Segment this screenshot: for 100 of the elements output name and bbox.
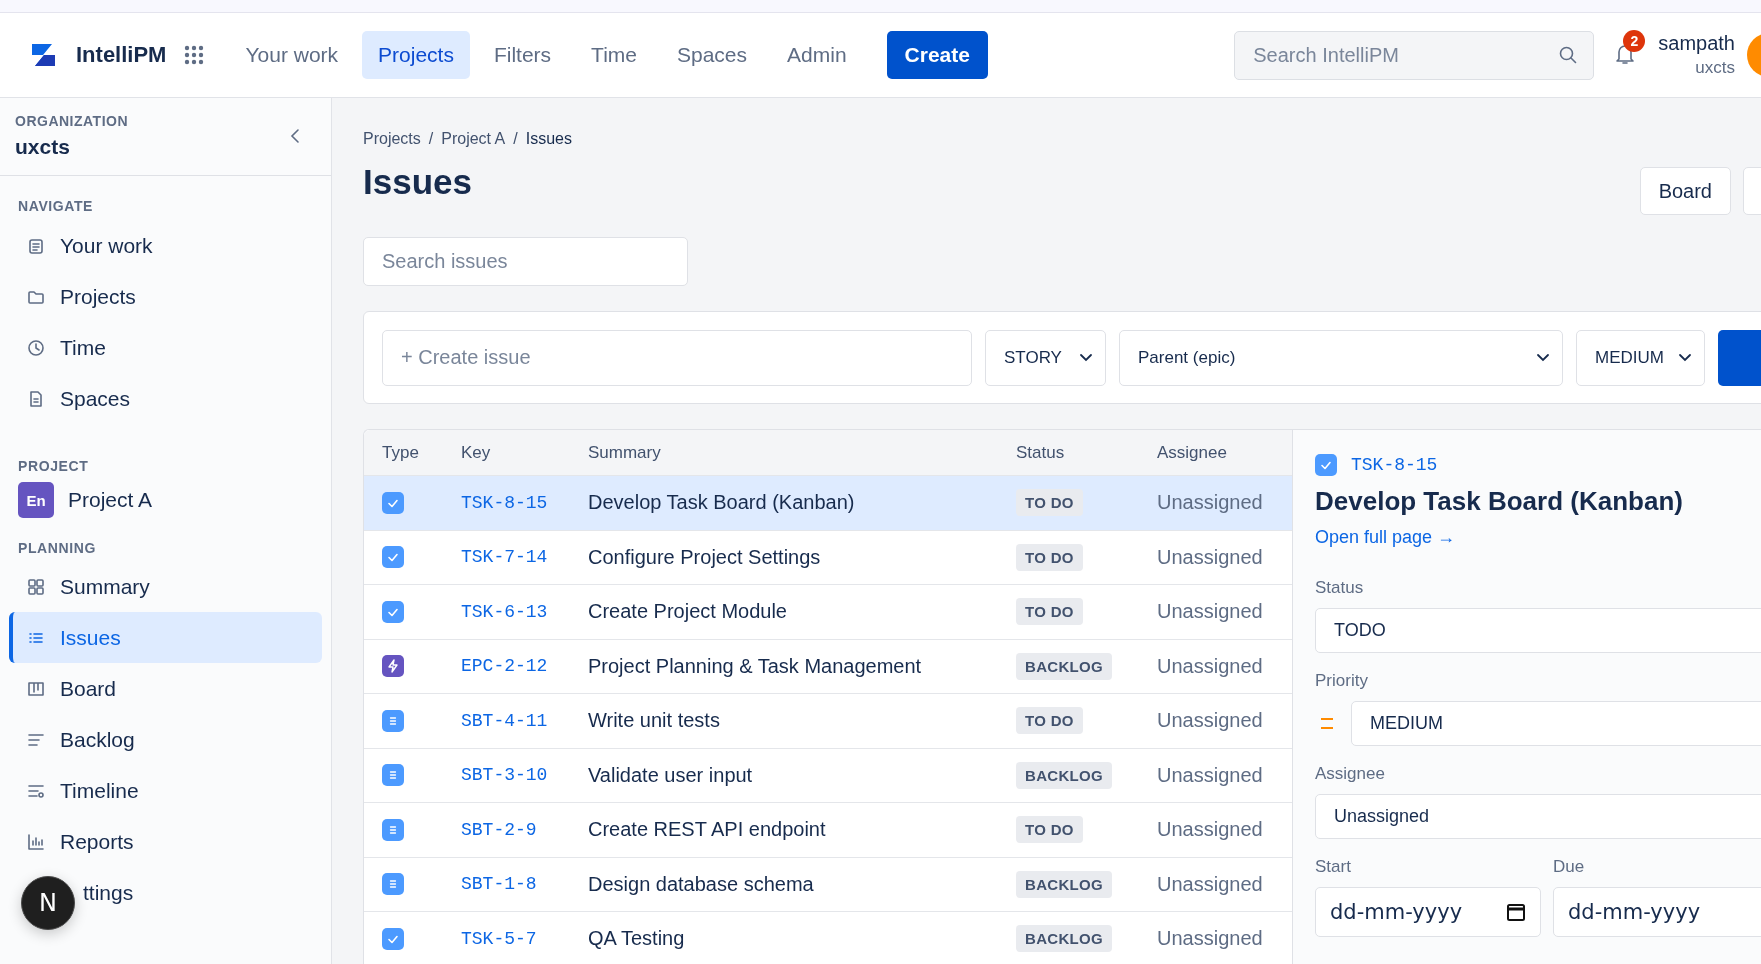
issue-key-link[interactable]: TSK-5-7 bbox=[461, 928, 537, 949]
user-org: uxcts bbox=[1695, 58, 1735, 78]
issue-key-link[interactable]: SBT-4-11 bbox=[461, 710, 548, 731]
issue-key-link[interactable]: TSK-7-14 bbox=[461, 547, 548, 568]
create-button[interactable]: Create bbox=[886, 31, 988, 79]
status-badge: BACKLOG bbox=[1016, 870, 1112, 898]
dropdown[interactable]: Parent (epic) bbox=[1119, 329, 1563, 386]
nav-link[interactable]: Time bbox=[575, 31, 653, 79]
table-cell-text: Validate user input bbox=[588, 763, 754, 787]
table-row[interactable]: TSK-6-13 Create Project Module TO DO Unassigned bbox=[364, 585, 1292, 640]
input-field[interactable]: dd-mm-yyyy bbox=[1553, 887, 1761, 937]
table-cell-text: Configure Project Settings bbox=[588, 545, 822, 569]
table-cell-text: Unassigned bbox=[1157, 491, 1264, 515]
sidebar-item[interactable]: Summary bbox=[9, 561, 322, 612]
table-cell-text: Unassigned bbox=[1157, 872, 1264, 896]
table-cell-text: QA Testing bbox=[588, 927, 686, 951]
input-field[interactable]: MEDIUM bbox=[1351, 701, 1761, 746]
logo-icon bbox=[30, 42, 58, 68]
table-row[interactable]: EPC-2-12 Project Planning & Task Management BACKLOG Unassigned bbox=[364, 639, 1292, 694]
input-field[interactable]: + Create issue bbox=[382, 329, 972, 386]
app-grid-icon bbox=[184, 45, 205, 65]
column-header: Key bbox=[461, 442, 492, 463]
table-row[interactable]: TSK-7-14 Configure Project Settings TO DO Unassigned bbox=[364, 530, 1292, 585]
field-label: Start bbox=[1315, 857, 1352, 877]
sidebar-item[interactable]: Spaces bbox=[9, 373, 322, 424]
table-cell-text: Unassigned bbox=[1157, 763, 1264, 787]
section-label: PROJECT bbox=[17, 458, 90, 474]
table-cell-text: Unassigned bbox=[1157, 927, 1264, 951]
sidebar-item[interactable]: Backlog bbox=[9, 714, 322, 765]
field-label: Status bbox=[1315, 578, 1365, 598]
nav-link[interactable]: Filters bbox=[477, 31, 568, 79]
open-full-page-link[interactable]: Open full page → bbox=[1315, 527, 1456, 548]
status-badge: TO DO bbox=[1016, 707, 1083, 735]
clock-icon bbox=[27, 338, 45, 357]
task-type-icon bbox=[382, 546, 404, 569]
issue-key-link[interactable]: TSK-8-15 bbox=[1351, 455, 1438, 475]
table-cell-text: Unassigned bbox=[1157, 818, 1264, 842]
nav-link[interactable]: Your work bbox=[229, 31, 355, 79]
breadcrumb-link[interactable]: Project A bbox=[441, 130, 506, 148]
table-cell-text: Unassigned bbox=[1157, 709, 1264, 733]
input-field[interactable]: Unassigned bbox=[1315, 794, 1761, 839]
table-row[interactable]: SBT-1-8 Design database schema BACKLOG Unassigned bbox=[364, 857, 1292, 912]
nav-link[interactable]: Spaces bbox=[661, 31, 764, 79]
project-name[interactable]: Project A bbox=[68, 488, 153, 512]
table-row[interactable]: SBT-3-10 Validate user input BACKLOG Unassigned bbox=[364, 748, 1292, 803]
column-header: Summary bbox=[588, 442, 662, 463]
nav-link[interactable]: Admin bbox=[771, 31, 863, 79]
sidebar-item[interactable]: Timeline bbox=[9, 765, 322, 816]
table-cell-text: Create REST API endpoint bbox=[588, 818, 827, 842]
collapse-icon bbox=[289, 127, 301, 145]
field-label: Due bbox=[1553, 857, 1586, 877]
document-icon bbox=[27, 389, 45, 408]
issue-key-link[interactable]: TSK-8-15 bbox=[461, 492, 548, 513]
issue-key-link[interactable]: EPC-2-12 bbox=[461, 656, 548, 677]
table-row[interactable]: TSK-8-15 Develop Task Board (Kanban) TO DO Unassigned bbox=[364, 476, 1292, 531]
search-field[interactable]: Search IntelliPM bbox=[1234, 30, 1595, 80]
status-badge: BACKLOG bbox=[1016, 925, 1112, 953]
organization-name: uxcts bbox=[15, 135, 71, 159]
table-cell-text: Unassigned bbox=[1157, 654, 1264, 678]
nav-link[interactable]: Projects bbox=[362, 31, 470, 79]
sidebar-item[interactable]: Issues bbox=[9, 612, 322, 663]
subtask-type-icon bbox=[382, 709, 404, 732]
project-avatar: En bbox=[18, 482, 54, 518]
sidebar-item[interactable]: ttings bbox=[77, 867, 322, 918]
board-icon bbox=[27, 679, 45, 698]
status-badge: TO DO bbox=[1016, 598, 1083, 626]
input-field[interactable]: dd-mm-yyyy bbox=[1315, 887, 1541, 937]
epic-type-icon bbox=[382, 655, 404, 678]
sidebar-item[interactable]: Time bbox=[9, 322, 322, 373]
issue-key-link[interactable]: TSK-6-13 bbox=[461, 601, 548, 622]
task-type-icon bbox=[1315, 454, 1337, 476]
view-button[interactable]: Board bbox=[1639, 167, 1731, 215]
floating-button[interactable]: N bbox=[21, 876, 75, 930]
dropdown[interactable]: MEDIUM bbox=[1576, 329, 1705, 386]
table-row[interactable]: SBT-4-11 Write unit tests TO DO Unassigned bbox=[364, 694, 1292, 749]
sidebar-item[interactable]: Board bbox=[9, 663, 322, 714]
search-field[interactable]: Search issues bbox=[363, 237, 688, 286]
table-row[interactable]: SBT-2-9 Create REST API endpoint TO DO Unassigned bbox=[364, 803, 1292, 858]
breadcrumb-separator: / bbox=[513, 130, 518, 148]
sidebar-item[interactable]: Reports bbox=[9, 816, 322, 867]
field-label: Priority bbox=[1315, 671, 1369, 691]
priority-icon bbox=[1321, 718, 1333, 729]
task-type-icon bbox=[382, 927, 404, 950]
issue-key-link[interactable]: SBT-2-9 bbox=[461, 819, 537, 840]
input-field[interactable]: TODO bbox=[1315, 608, 1761, 653]
dropdown[interactable]: STORY bbox=[985, 329, 1106, 386]
table-cell-text: Write unit tests bbox=[588, 709, 721, 733]
section-label: NAVIGATE bbox=[17, 198, 95, 214]
subtask-type-icon bbox=[382, 764, 404, 787]
breadcrumb-link[interactable]: Issues bbox=[525, 130, 572, 148]
section-label: ORGANIZATION bbox=[15, 113, 129, 129]
section-label: PLANNING bbox=[17, 540, 97, 556]
issue-key-link[interactable]: SBT-1-8 bbox=[461, 874, 537, 895]
issue-key-link[interactable]: SBT-3-10 bbox=[461, 765, 548, 786]
breadcrumb-link[interactable]: Projects bbox=[363, 130, 421, 148]
table-row[interactable]: TSK-5-7 QA Testing BACKLOG Unassigned bbox=[364, 912, 1292, 964]
sidebar-item[interactable]: Your work bbox=[9, 220, 322, 271]
search-icon bbox=[1558, 44, 1579, 65]
table-cell-text: Unassigned bbox=[1157, 545, 1264, 569]
sidebar-item[interactable]: Projects bbox=[9, 271, 322, 322]
